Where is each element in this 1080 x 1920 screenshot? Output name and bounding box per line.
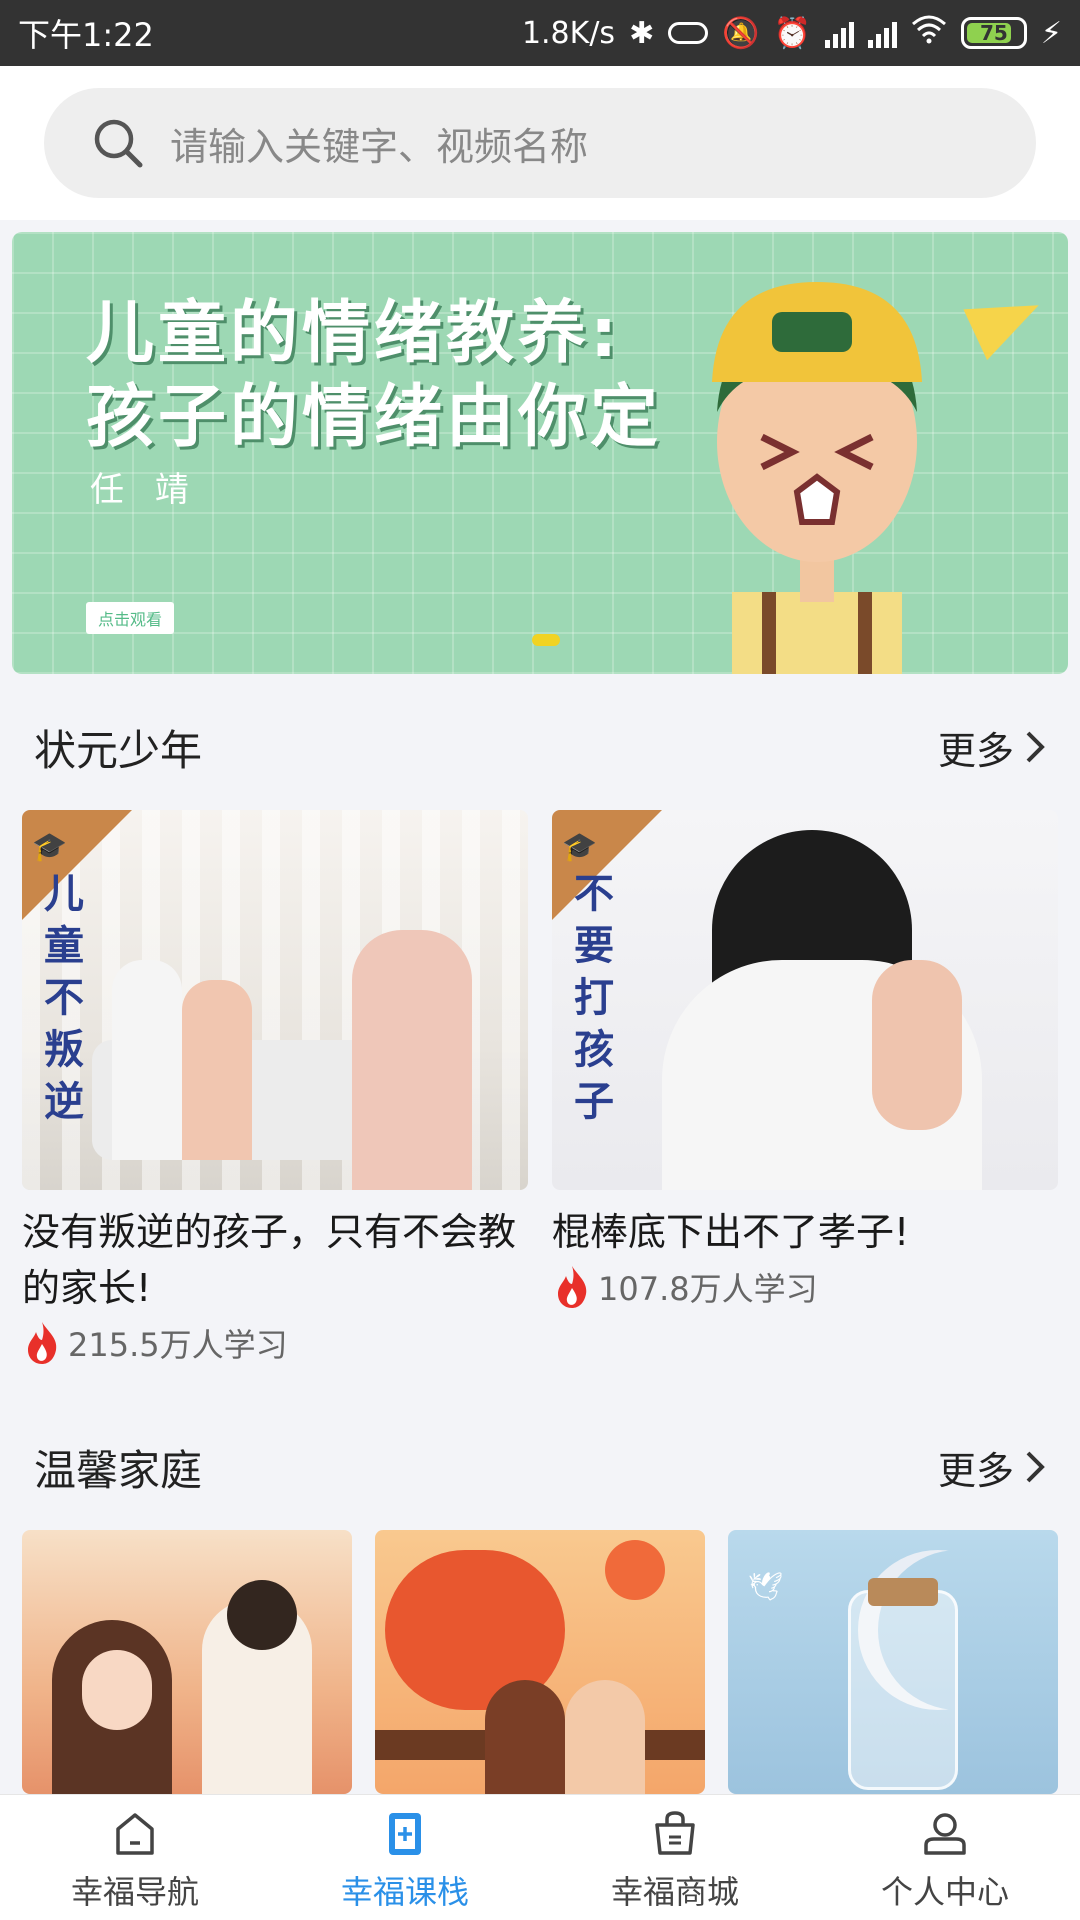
section-title: 状元少年	[34, 725, 203, 775]
banner-author: 任 靖	[90, 470, 199, 510]
wifi-icon	[911, 14, 947, 52]
status-icons: 1.8K/s ✱ 🔕 ⏰ 75 ⚡	[522, 14, 1062, 52]
paper-plane-icon	[963, 279, 1051, 361]
course-card[interactable]: 🎓 不要打孩子 棍棒底下出不了孝子! 107.8万人学习	[552, 810, 1058, 1310]
alarm-icon: ⏰	[773, 15, 811, 51]
course-book-icon	[389, 1813, 421, 1855]
chevron-right-icon	[1026, 731, 1045, 763]
chevron-right-icon	[1026, 1451, 1045, 1483]
banner-title: 儿童的情绪教养: 孩子的情绪由你定	[86, 294, 663, 457]
signal-icon	[824, 18, 854, 48]
nav-item-shop[interactable]: 幸福商城	[540, 1795, 810, 1920]
course-card[interactable]	[375, 1530, 705, 1794]
graduation-cap-icon: 🎓	[562, 830, 597, 863]
status-time: 下午1:22	[18, 16, 154, 54]
more-button[interactable]: 更多	[938, 1440, 1046, 1495]
nav-item-home[interactable]: 幸福导航	[0, 1795, 270, 1920]
search-input[interactable]: 请输入关键字、视频名称	[44, 88, 1036, 198]
course-thumbnail	[22, 1530, 352, 1794]
banner-watch-button[interactable]: 点击观看	[86, 602, 175, 634]
promo-banner[interactable]: 儿童的情绪教养: 孩子的情绪由你定 任 靖 点击观看	[12, 232, 1068, 674]
thumbnail-caption: 不要打孩子	[574, 871, 614, 1125]
banner-page-indicator	[532, 634, 560, 646]
fire-icon	[28, 1322, 57, 1364]
section-header-zhuangyuan: 状元少年 更多	[0, 712, 1080, 782]
battery-icon: 75	[960, 17, 1027, 49]
course-card[interactable]: 🎓 儿童不叛逆 没有叛逆的孩子，只有不会教的家长! 215.5万人学习	[22, 810, 528, 1366]
course-thumbnail: 🎓 不要打孩子	[552, 810, 1058, 1190]
section-title: 温馨家庭	[34, 1445, 203, 1495]
nav-item-profile[interactable]: 个人中心	[810, 1795, 1080, 1920]
hd-signal-icon	[867, 18, 897, 48]
charging-icon: ⚡	[1040, 15, 1062, 51]
nav-item-courses[interactable]: 幸福课栈	[270, 1795, 540, 1920]
learner-count: 107.8万人学习	[598, 1270, 818, 1308]
course-card[interactable]: 🕊	[728, 1530, 1058, 1794]
graduation-cap-icon: 🎓	[32, 830, 67, 863]
thumbnail-caption: 儿童不叛逆	[44, 871, 84, 1125]
status-bar: 下午1:22 1.8K/s ✱ 🔕 ⏰ 75 ⚡	[0, 0, 1080, 66]
more-button[interactable]: 更多	[938, 720, 1046, 775]
crying-boy-illustration	[712, 282, 922, 674]
section-header-family: 温馨家庭 更多	[0, 1432, 1080, 1502]
network-speed: 1.8K/s	[521, 15, 616, 51]
learner-count: 215.5万人学习	[68, 1326, 288, 1364]
search-placeholder: 请输入关键字、视频名称	[170, 124, 589, 169]
shopping-bag-icon	[655, 1811, 695, 1855]
search-icon	[94, 119, 143, 168]
course-title: 没有叛逆的孩子，只有不会教的家长!	[22, 1210, 517, 1310]
home-icon	[116, 1813, 154, 1855]
course-thumbnail: 🕊	[728, 1530, 1058, 1794]
course-stats: 215.5万人学习	[22, 1320, 528, 1366]
course-stats: 107.8万人学习	[552, 1264, 1058, 1310]
fire-icon	[558, 1266, 587, 1308]
bluetooth-icon: ✱	[629, 15, 655, 51]
mute-icon: 🔕	[722, 15, 760, 51]
course-card[interactable]	[22, 1530, 352, 1794]
user-icon	[924, 1813, 966, 1855]
course-thumbnail	[375, 1530, 705, 1794]
vibrate-icon	[668, 22, 709, 44]
search-area: 请输入关键字、视频名称	[0, 66, 1080, 220]
bottom-navigation: 幸福导航 幸福课栈 幸福商城 个人中心	[0, 1794, 1080, 1920]
course-title: 棍棒底下出不了孝子!	[552, 1210, 910, 1254]
course-thumbnail: 🎓 儿童不叛逆	[22, 810, 528, 1190]
